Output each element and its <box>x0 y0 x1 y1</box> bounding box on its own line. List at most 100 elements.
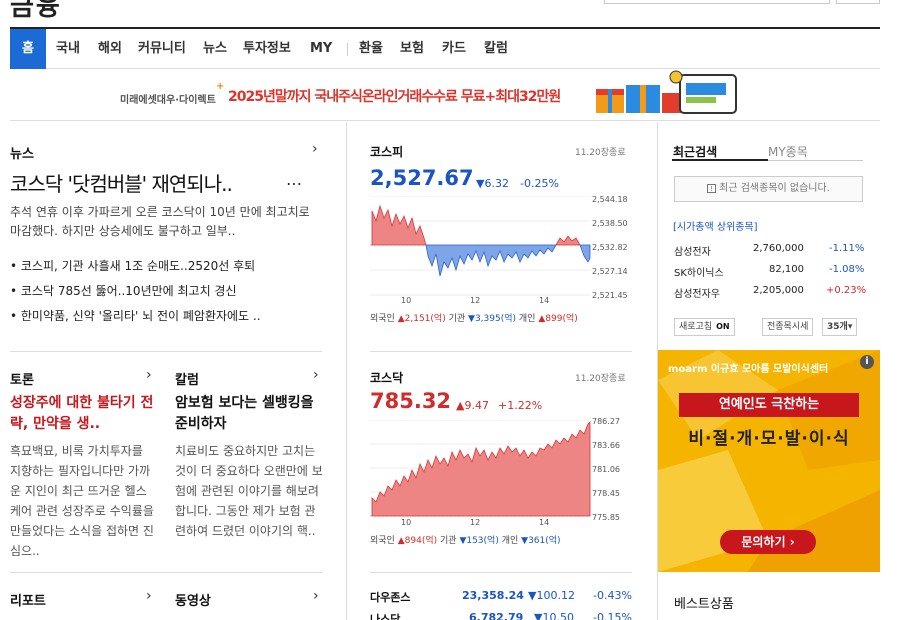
search-input[interactable] <box>604 0 830 4</box>
nav-my[interactable]: MY <box>310 29 332 69</box>
kospi-value: 2,527.67 <box>370 166 474 190</box>
kosdaq-investors: 외국인 ▲894(억) 기관 ▼153(억) 개인 ▼361(억) <box>370 533 561 546</box>
refresh-state: ON <box>716 322 730 331</box>
y-tick: 2,538.50 <box>592 219 628 228</box>
foreign-value: ▲894(억) <box>397 536 438 546</box>
news-summary[interactable]: 추석 연휴 이후 가파르게 오른 코스닥이 10년 만에 최고치로 마감했다. … <box>10 203 322 241</box>
kospi-chart[interactable] <box>370 196 594 296</box>
world-index-change: ▼10.50 <box>534 611 574 620</box>
search-button[interactable] <box>836 0 880 4</box>
rank-stock-name[interactable]: SK하이닉스 <box>674 264 724 279</box>
world-index-name[interactable]: 나스닥 <box>370 611 400 620</box>
foreign-value: ▲2,151(억) <box>397 314 446 324</box>
rank-stock-name[interactable]: 삼성전자 <box>674 243 711 258</box>
column-title[interactable]: 칼럼 <box>175 369 199 388</box>
chevron-right-icon[interactable]: › <box>146 588 152 604</box>
all-prices-button[interactable]: 전종목시세 <box>762 318 814 336</box>
indiv-label: 개인 <box>501 536 519 546</box>
column-body[interactable]: 치료비도 중요하지만 고치는 것이 더 중요하다 오랜만에 보험에 관련된 이야… <box>175 441 323 541</box>
nav-overseas[interactable]: 해외 <box>98 29 122 69</box>
indiv-label: 개인 <box>518 314 536 324</box>
chevron-right-icon[interactable]: › <box>313 367 319 383</box>
chevron-down-icon: ▾ <box>847 322 853 332</box>
nav-domestic[interactable]: 국내 <box>56 29 80 69</box>
nav-news[interactable]: 뉴스 <box>203 29 227 69</box>
chevron-right-icon[interactable]: › <box>312 141 318 157</box>
ad-ribbon: 연예인도 극찬하는 <box>679 393 859 417</box>
chevron-right-icon[interactable]: › <box>146 367 152 383</box>
divider <box>10 572 322 573</box>
empty-text: 최근 검색종목이 없습니다. <box>719 183 830 194</box>
divider <box>10 351 322 352</box>
banner-plus-icon: + <box>216 81 225 92</box>
nav-column[interactable]: 칼럼 <box>484 29 508 69</box>
chevron-right-icon[interactable]: › <box>313 588 319 604</box>
x-tick: 14 <box>539 518 550 527</box>
count-select[interactable]: 35개▾ <box>822 318 858 336</box>
column-headline[interactable]: 암보험 보다는 셀뱅킹을 준비하자 <box>175 393 323 435</box>
world-index-change: ▼100.12 <box>528 589 575 602</box>
main-nav: 홈 국내 해외 커뮤니티 뉴스 투자정보 MY 환율 보험 카드 칼럼 <box>10 27 880 69</box>
ad-banner[interactable]: moarm 이규효 모아름 모발이식센터 i 연예인도 극찬하는 비·절·개·모… <box>658 350 880 572</box>
ad-inquiry-button[interactable]: 문의하기 › <box>720 530 816 554</box>
info-icon[interactable]: i <box>860 355 874 369</box>
x-tick: 12 <box>470 296 481 305</box>
y-tick: 2,544.18 <box>592 195 628 204</box>
world-index-name[interactable]: 다우존스 <box>370 589 410 605</box>
kosdaq-name[interactable]: 코스닥 <box>370 369 403 386</box>
y-tick: 781.06 <box>592 465 620 474</box>
news-headline[interactable]: 코스닥 '닷컴버블' 재연되나.. <box>10 168 233 197</box>
report-title[interactable]: 리포트 <box>10 590 46 609</box>
active-tab-indicator <box>672 159 768 161</box>
debate-headline[interactable]: 성장주에 대한 불타기 전략, 만약을 생.. <box>10 393 156 435</box>
kospi-date: 11.20장종료 <box>575 148 626 158</box>
nav-invest-info[interactable]: 투자정보 <box>243 29 291 69</box>
news-item[interactable]: • 한미약품, 신약 '올리타' 뇌 전이 폐암환자에도 .. <box>10 307 261 324</box>
tab-my-stocks[interactable]: MY종목 <box>768 143 808 160</box>
y-tick: 783.66 <box>592 441 620 450</box>
gift-wallet-icon <box>596 70 737 114</box>
inst-value: ▼3,395(억) <box>468 314 517 324</box>
world-index-value: 6,782.79 <box>469 611 524 620</box>
inst-label: 기관 <box>440 536 457 546</box>
tab-underline <box>768 160 863 161</box>
site-logo[interactable]: 금융 <box>10 0 62 23</box>
news-title[interactable]: 뉴스 <box>10 143 34 162</box>
rank-stock-price: 82,100 <box>769 264 804 275</box>
nav-card[interactable]: 카드 <box>442 29 466 69</box>
nav-home[interactable]: 홈 <box>10 29 46 69</box>
rank-stock-pct: -1.08% <box>829 264 865 275</box>
ad-brand: moarm 이규효 모아름 모발이식센터 <box>668 364 829 375</box>
rank-stock-name[interactable]: 삼성전자우 <box>674 285 720 300</box>
video-title[interactable]: 동영상 <box>175 590 211 609</box>
refresh-toggle[interactable]: 새로고침 ON <box>674 318 735 336</box>
rank-stock-pct: -1.11% <box>829 243 865 254</box>
tab-recent-search[interactable]: 최근검색 <box>673 143 717 160</box>
kospi-name[interactable]: 코스피 <box>370 143 403 160</box>
nav-divider <box>347 43 348 56</box>
market-cap-title: [시가총액 상위종목] <box>673 222 758 233</box>
news-item[interactable]: • 코스피, 기관 사흘새 1조 순매도..2520선 후퇴 <box>10 257 255 274</box>
inst-label: 기관 <box>448 314 466 324</box>
refresh-label: 새로고침 <box>679 322 713 332</box>
x-tick: 14 <box>539 296 550 305</box>
rank-stock-pct: +0.23% <box>826 285 867 296</box>
nav-community[interactable]: 커뮤니티 <box>138 29 186 69</box>
nav-exchange[interactable]: 환율 <box>359 29 383 69</box>
best-products-title[interactable]: 베스트상품 <box>674 593 734 612</box>
y-tick: 2,532.82 <box>592 243 628 252</box>
inst-value: ▼153(억) <box>459 536 499 546</box>
divider <box>346 122 347 620</box>
news-item[interactable]: • 코스닥 785선 뚫어..10년만에 최고치 경신 <box>10 282 237 299</box>
debate-body[interactable]: 흑묘백묘, 비록 가치투자를 지향하는 필자입니다만 가까운 지인이 최근 뜨거… <box>10 441 156 561</box>
y-tick: 2,521.45 <box>592 291 628 300</box>
more-icon[interactable]: … <box>286 170 302 189</box>
kospi-change: ▼6.32 <box>476 177 509 190</box>
debate-title[interactable]: 토론 <box>10 369 34 388</box>
promo-banner[interactable]: 미래에셋대우·다이렉트 + 2025년말까지 국내주식온라인거래수수료 무료+최… <box>10 69 880 121</box>
kosdaq-chart[interactable] <box>370 420 594 520</box>
x-tick: 12 <box>470 518 481 527</box>
nav-insurance[interactable]: 보험 <box>400 29 424 69</box>
divider <box>370 572 632 573</box>
kospi-pct: -0.25% <box>520 177 559 190</box>
